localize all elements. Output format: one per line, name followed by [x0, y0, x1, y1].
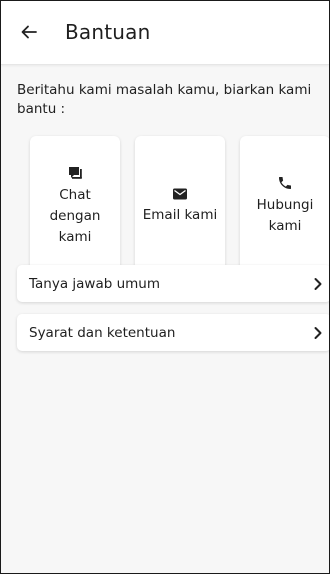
chat-with-us-card[interactable]: Chat dengan kami	[30, 136, 120, 276]
email-us-card[interactable]: Email kami	[135, 136, 225, 276]
chat-icon	[67, 165, 83, 181]
page-title: Bantuan	[65, 20, 151, 44]
terms-label: Syarat dan ketentuan	[29, 324, 176, 341]
chat-with-us-label: Chat dengan kami	[49, 186, 101, 245]
call-us-label: Hubungi kami	[256, 197, 314, 234]
faq-item[interactable]: Tanya jawab umum	[17, 265, 329, 302]
intro-text: Beritahu kami masalah kamu, biarkan kami…	[17, 82, 312, 117]
arrow-left-icon	[21, 25, 37, 39]
terms-item[interactable]: Syarat dan ketentuan	[17, 314, 329, 351]
faq-label: Tanya jawab umum	[29, 275, 161, 292]
app-bar: Bantuan	[1, 1, 329, 65]
back-button[interactable]	[16, 19, 42, 45]
email-us-label: Email kami	[142, 206, 218, 223]
call-us-card[interactable]: Hubungi kami	[240, 136, 329, 276]
phone-icon	[277, 175, 293, 191]
chevron-right-icon	[305, 320, 329, 346]
chevron-right-icon	[305, 271, 329, 297]
screen: Bantuan Beritahu kami masalah kamu, biar…	[0, 0, 330, 574]
mail-icon	[172, 187, 188, 201]
